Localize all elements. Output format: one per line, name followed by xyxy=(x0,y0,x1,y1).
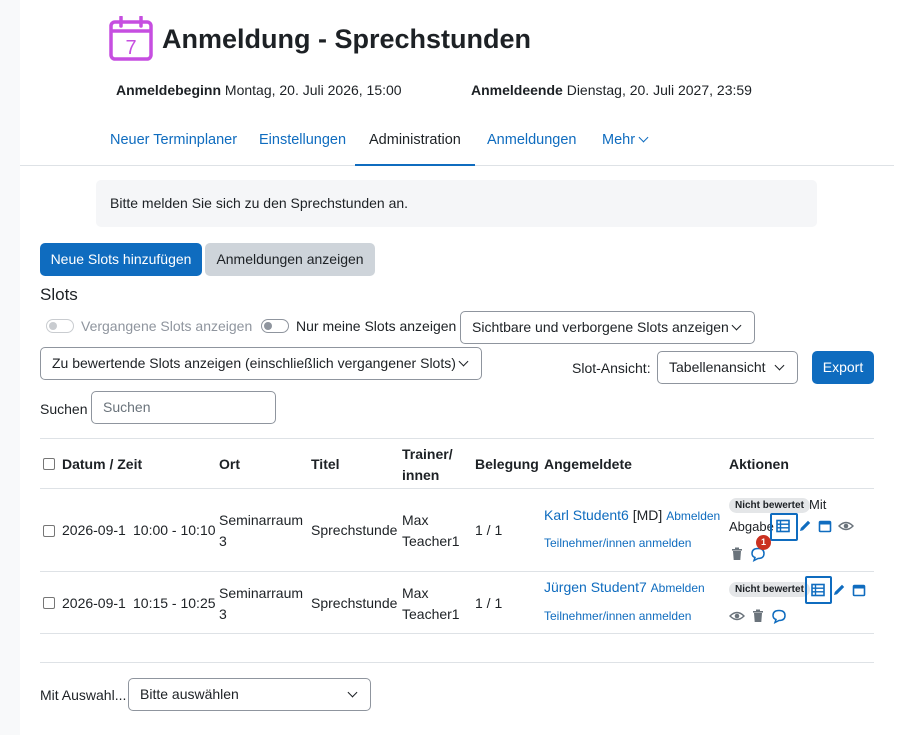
booking-end: Anmeldeende Dienstag, 20. Juli 2027, 23:… xyxy=(471,82,752,98)
eye-icon[interactable] xyxy=(729,608,745,624)
slot-booking: 1 / 1 xyxy=(475,522,503,538)
visibility-select[interactable]: Sichtbare und verborgene Slots anzeigen xyxy=(460,311,755,344)
col-title: Titel xyxy=(311,456,340,472)
row-checkbox[interactable] xyxy=(43,525,55,537)
tab-new-scheduler[interactable]: Neuer Terminplaner xyxy=(110,122,237,166)
toggle-past-slots[interactable]: Vergangene Slots anzeigen xyxy=(46,318,252,334)
page-header: 7 Anmeldung - Sprechstunden xyxy=(108,16,531,62)
slot-date: 2026-09-1 xyxy=(62,595,126,611)
col-registered: Angemeldete xyxy=(544,456,632,472)
registered-student: Jürgen Student7 Abmelden xyxy=(544,577,705,599)
slot-trainer: Max Teacher1 xyxy=(402,512,460,549)
slot-location: Seminarraum 3 xyxy=(219,512,304,549)
calendar-small-icon[interactable] xyxy=(851,582,867,598)
slot-trainer: Max Teacher1 xyxy=(402,585,460,622)
trash-icon[interactable] xyxy=(729,546,745,562)
slot-time: 10:15 - 10:25 xyxy=(133,595,216,611)
chevron-down-icon xyxy=(774,360,785,371)
past-slots-switch[interactable] xyxy=(46,319,74,333)
my-slots-label: Nur meine Slots anzeigen xyxy=(296,318,457,334)
eye-icon[interactable] xyxy=(838,518,854,534)
bulk-action-label: Mit Auswahl... xyxy=(40,687,127,703)
divider xyxy=(40,662,874,663)
comment-icon[interactable] xyxy=(771,608,787,624)
col-location: Ort xyxy=(219,456,240,472)
booking-start: Anmeldebeginn Montag, 20. Juli 2026, 15:… xyxy=(116,82,402,98)
row-divider xyxy=(40,571,874,572)
slot-view-label: Slot-Ansicht: xyxy=(572,360,651,376)
grade-status-badge: Nicht bewertet xyxy=(729,498,810,513)
export-button[interactable]: Export xyxy=(812,351,874,384)
chevron-down-icon xyxy=(458,356,469,367)
slots-heading: Slots xyxy=(40,285,78,304)
row-divider xyxy=(40,633,874,634)
slot-booking: 1 / 1 xyxy=(475,595,503,611)
enroll-participants-link[interactable]: Teilnehmer/innen anmelden xyxy=(544,533,691,554)
slot-date: 2026-09-1 xyxy=(62,522,126,538)
registered-student: Karl Student6 [MD] Abmelden xyxy=(544,505,720,527)
search-label: Suchen xyxy=(40,401,88,417)
student-link[interactable]: Karl Student6 xyxy=(544,507,629,523)
col-booking: Belegung xyxy=(475,456,539,472)
calendar-icon: 7 xyxy=(109,16,153,61)
chevron-down-icon xyxy=(347,687,358,698)
intro-box: Bitte melden Sie sich zu den Sprechstund… xyxy=(96,180,817,227)
slot-view-select[interactable]: Tabellenansicht xyxy=(657,351,798,384)
chevron-down-icon xyxy=(638,132,649,143)
grade-status-badge: Nicht bewertet xyxy=(729,582,810,597)
col-datetime: Datum / Zeit xyxy=(62,456,143,472)
cancel-link[interactable]: Abmelden xyxy=(666,509,720,523)
toggle-my-slots[interactable]: Nur meine Slots anzeigen xyxy=(261,318,456,334)
col-actions: Aktionen xyxy=(729,456,789,472)
grade-text: Mit xyxy=(809,497,827,512)
my-slots-switch[interactable] xyxy=(261,319,289,333)
student-link[interactable]: Jürgen Student7 xyxy=(544,579,647,595)
tab-more[interactable]: Mehr xyxy=(602,122,649,166)
table-list-icon[interactable] xyxy=(775,518,791,534)
slot-time: 10:00 - 10:10 xyxy=(133,522,216,538)
table-list-icon[interactable] xyxy=(810,582,826,598)
calendar-small-icon[interactable] xyxy=(817,518,833,534)
secondary-navigation: Neuer Terminplaner Einstellungen Adminis… xyxy=(20,122,894,166)
left-drawer-edge xyxy=(0,0,20,735)
enroll-participants-link[interactable]: Teilnehmer/innen anmelden xyxy=(544,606,691,627)
edit-pencil-icon[interactable] xyxy=(797,518,813,534)
past-slots-label: Vergangene Slots anzeigen xyxy=(81,318,253,334)
col-trainer: Trainer/innen xyxy=(402,446,453,483)
slot-location: Seminarraum 3 xyxy=(219,585,304,622)
row-checkbox[interactable] xyxy=(43,597,55,609)
tab-bookings[interactable]: Anmeldungen xyxy=(487,122,577,166)
chevron-down-icon xyxy=(731,320,742,331)
tab-settings[interactable]: Einstellungen xyxy=(259,122,346,166)
search-input[interactable]: Suchen xyxy=(91,391,276,424)
tab-administration[interactable]: Administration xyxy=(355,122,475,166)
calendar-day: 7 xyxy=(125,37,136,59)
select-all-checkbox[interactable] xyxy=(43,458,55,470)
grading-filter-select[interactable]: Zu bewertende Slots anzeigen (einschließ… xyxy=(40,347,482,380)
cancel-link[interactable]: Abmelden xyxy=(651,581,705,595)
grade-text-2: Abgabe xyxy=(729,519,774,534)
show-bookings-button[interactable]: Anmeldungen anzeigen xyxy=(205,243,375,276)
add-slots-button[interactable]: Neue Slots hinzufügen xyxy=(40,243,202,276)
table-top-border xyxy=(40,438,874,439)
row-divider xyxy=(40,488,874,489)
slot-title: Sprechstunde xyxy=(311,595,398,611)
bulk-action-select[interactable]: Bitte auswählen xyxy=(128,678,371,711)
student-tag: [MD] xyxy=(632,507,663,523)
trash-icon[interactable] xyxy=(750,608,766,624)
slot-title: Sprechstunde xyxy=(311,522,398,538)
edit-pencil-icon[interactable] xyxy=(831,582,847,598)
page-title: Anmeldung - Sprechstunden xyxy=(162,23,532,54)
notification-badge: 1 xyxy=(756,535,771,550)
